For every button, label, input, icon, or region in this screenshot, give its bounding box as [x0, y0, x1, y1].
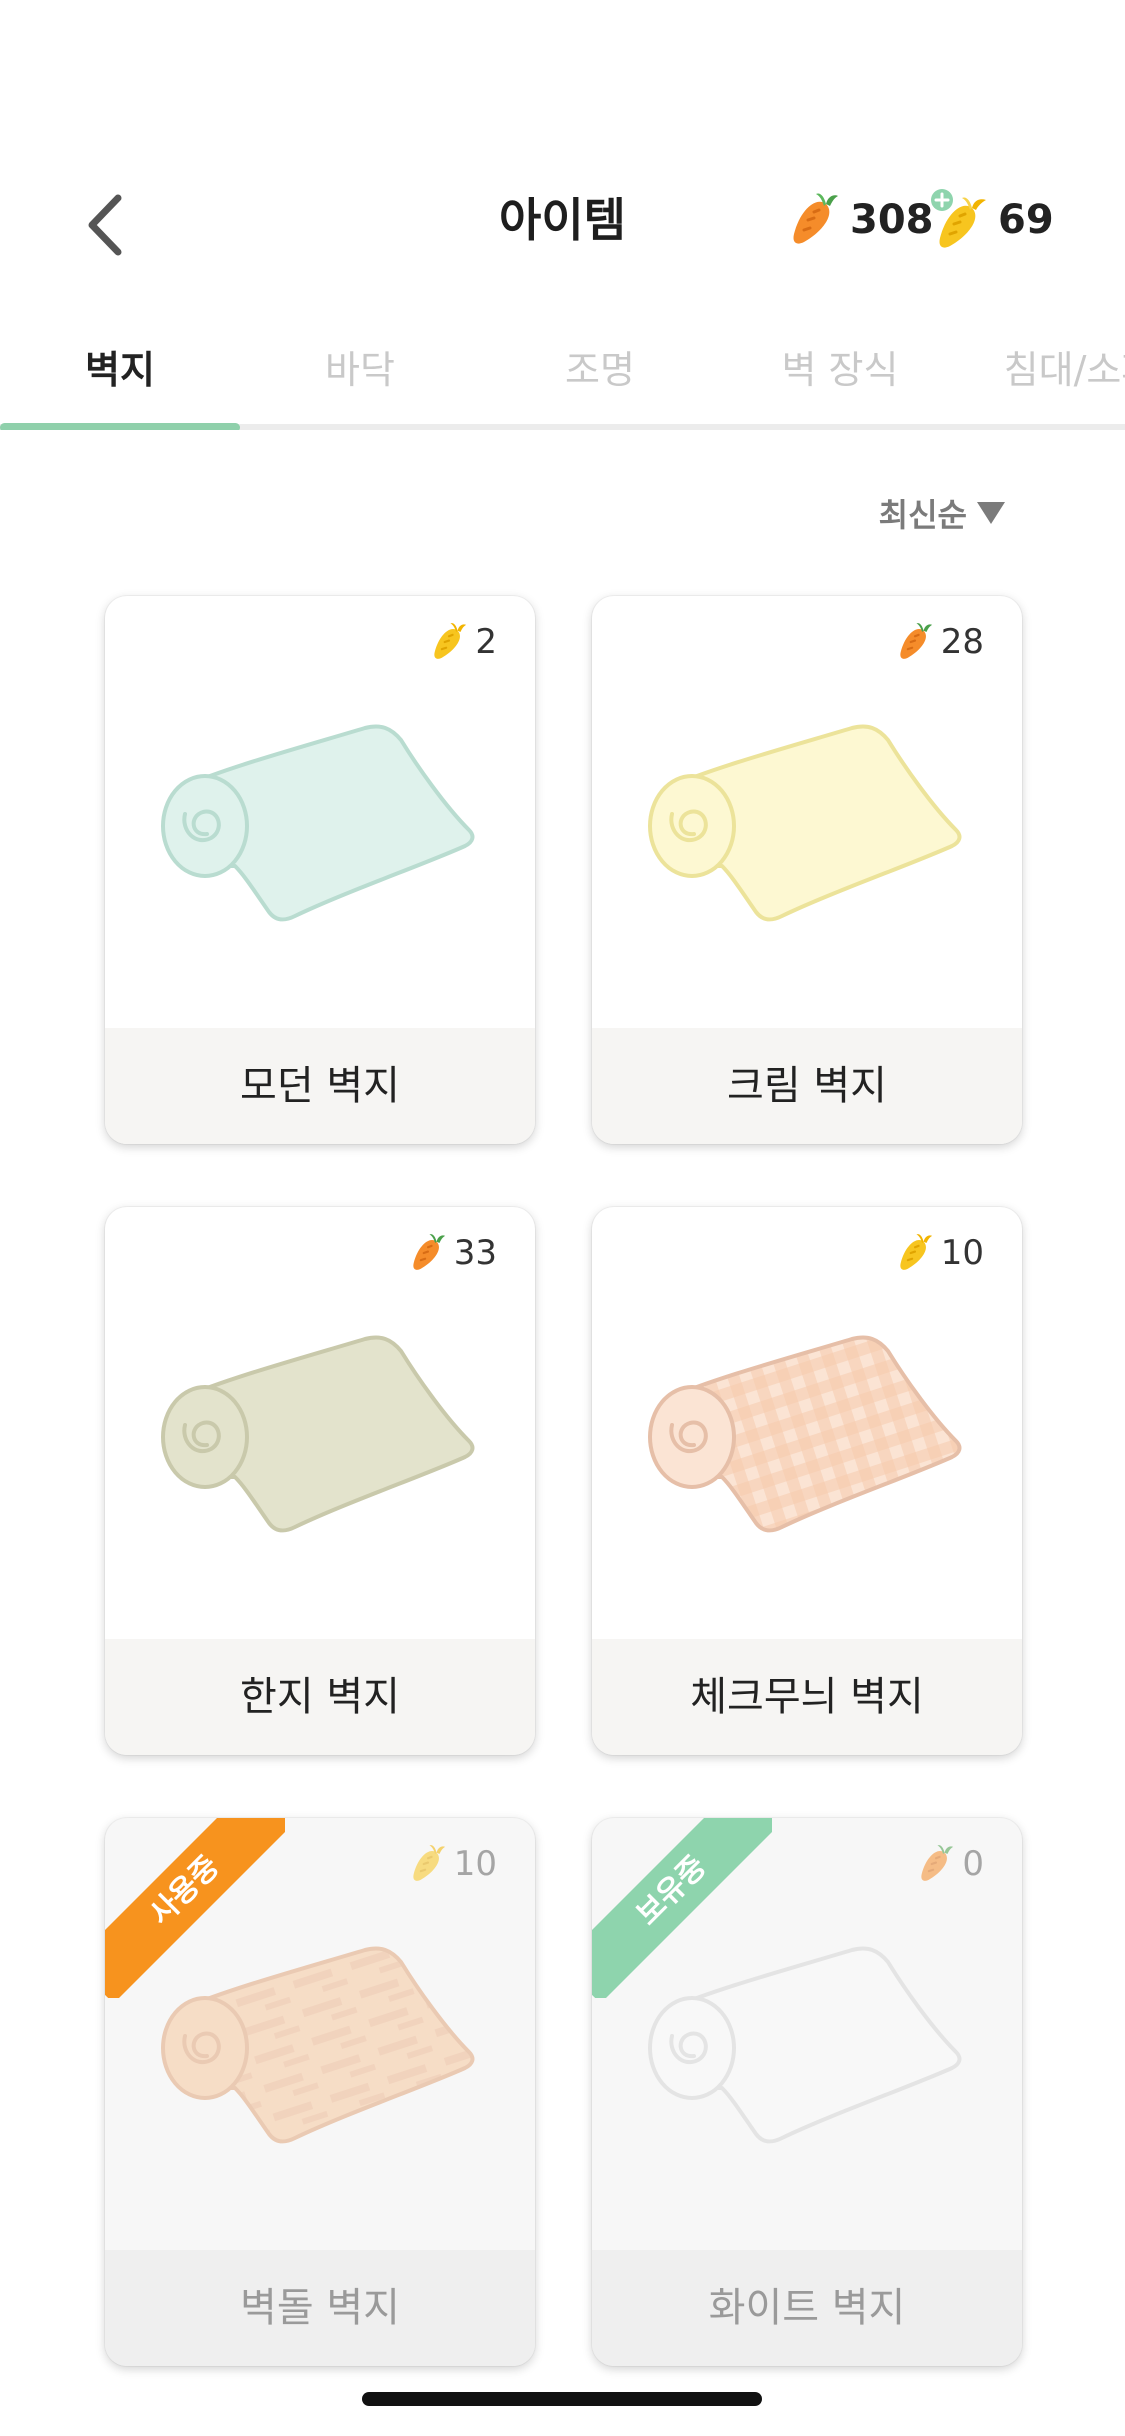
gold-carrot-icon: [931, 189, 986, 248]
item-price: 10: [895, 1231, 984, 1275]
item-card[interactable]: 28 크림 벽지: [592, 596, 1022, 1144]
carrot-icon: [793, 193, 838, 244]
item-price-value: 33: [453, 1233, 497, 1273]
tab-active-indicator: [0, 423, 240, 430]
item-price-value: 0: [962, 1844, 984, 1884]
home-indicator: [362, 2392, 762, 2406]
category-tabs: 벽지 바닥 조명 벽 장식 침대/소파: [0, 330, 1125, 430]
carrot-icon: [900, 623, 932, 659]
tab-bed-sofa[interactable]: 침대/소파: [960, 330, 1125, 420]
tab-wallpaper[interactable]: 벽지: [0, 330, 240, 420]
item-price: 10: [408, 1842, 497, 1886]
item-price: 33: [408, 1231, 497, 1275]
carrot-icon: [413, 1234, 445, 1270]
item-name: 모던 벽지: [105, 1028, 535, 1144]
wallpaper-roll-image: [648, 724, 962, 922]
wallpaper-roll-image: [161, 1335, 475, 1533]
status-badge: 사용중: [105, 1818, 285, 1998]
gold-carrot-icon: [900, 1234, 932, 1270]
carrot-count: 308: [850, 197, 934, 243]
gold-carrot-icon: [434, 623, 467, 659]
item-card[interactable]: 10 체크무늬 벽지: [592, 1207, 1022, 1755]
item-name: 한지 벽지: [105, 1639, 535, 1755]
item-price-value: 10: [453, 1844, 497, 1884]
item-price-value: 28: [940, 622, 984, 662]
item-card[interactable]: 10 벽돌 벽지 사용중: [105, 1818, 535, 2366]
tab-lighting[interactable]: 조명: [480, 330, 720, 420]
item-name: 화이트 벽지: [592, 2250, 1022, 2366]
carrot-balance: 308: [786, 188, 934, 252]
status-ribbon: 보유중: [592, 1818, 772, 1998]
header: 아이템 308 69: [0, 160, 1125, 280]
gold-carrot-icon: [413, 1845, 445, 1881]
item-price: 28: [895, 620, 984, 664]
item-name: 체크무늬 벽지: [592, 1639, 1022, 1755]
item-price: 2: [429, 620, 497, 664]
status-badge: 보유중: [592, 1818, 772, 1998]
item-shop-screen: 아이템 308 69 벽지 바닥 조명 벽 장식 침대/소 최신순 2 모던 벽…: [0, 0, 1125, 2436]
item-name: 벽돌 벽지: [105, 2250, 535, 2366]
wallpaper-roll-image: [648, 1335, 962, 1533]
tab-floor[interactable]: 바닥: [240, 330, 480, 420]
item-card[interactable]: 33 한지 벽지: [105, 1207, 535, 1755]
item-price-value: 10: [940, 1233, 984, 1273]
gold-count: 69: [998, 197, 1054, 243]
item-name: 크림 벽지: [592, 1028, 1022, 1144]
item-price-value: 2: [475, 622, 497, 662]
gold-carrot-balance[interactable]: 69: [930, 188, 1054, 252]
sort-label: 최신순: [878, 496, 967, 534]
item-price: 0: [916, 1842, 984, 1886]
tab-wall-decor[interactable]: 벽 장식: [720, 330, 960, 420]
status-ribbon: 사용중: [105, 1818, 285, 1998]
triangle-down-icon: [977, 502, 1005, 524]
item-card[interactable]: 2 모던 벽지: [105, 596, 535, 1144]
carrot-icon: [921, 1845, 954, 1881]
wallpaper-roll-image: [161, 724, 475, 922]
sort-dropdown[interactable]: 최신순: [879, 490, 1005, 536]
item-card[interactable]: 0 화이트 벽지 보유중: [592, 1818, 1022, 2366]
